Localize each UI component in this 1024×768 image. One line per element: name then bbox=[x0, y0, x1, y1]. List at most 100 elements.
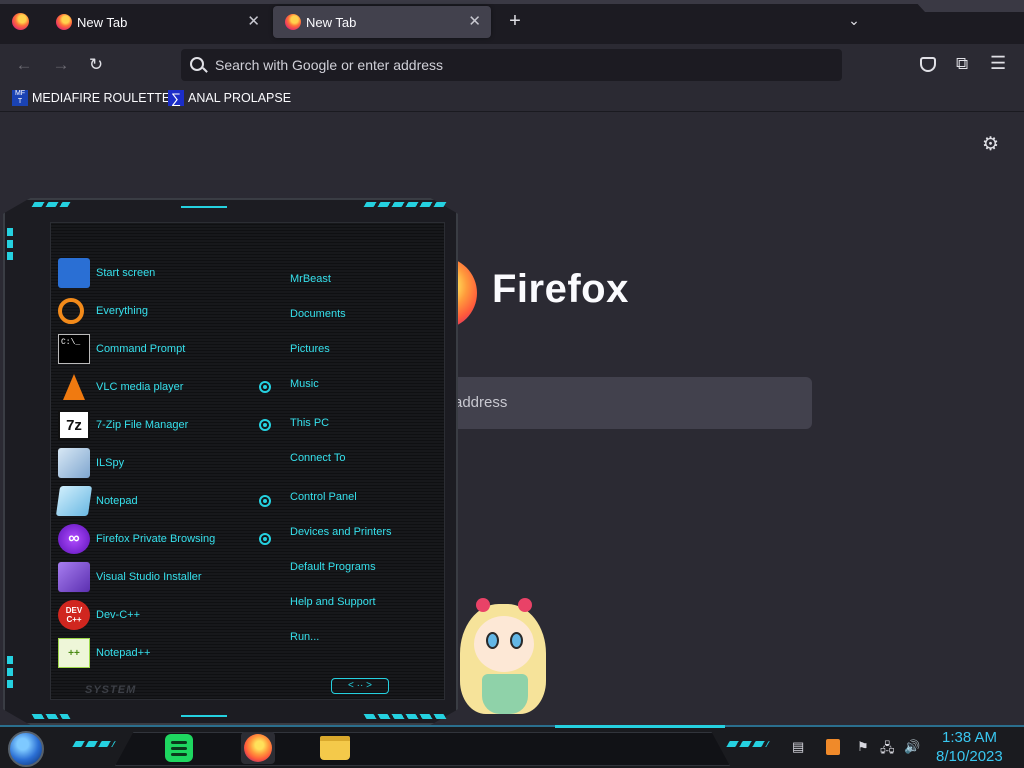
tab-strip: New Tab ✕ New Tab ✕ + ⌄ bbox=[0, 0, 1024, 44]
taskbar-notes-app[interactable] bbox=[162, 732, 196, 764]
program-list: Start screen Everything C:\_ Command Pro… bbox=[55, 254, 248, 672]
place-pictures[interactable]: Pictures bbox=[290, 343, 392, 378]
new-tab-button[interactable]: + bbox=[503, 10, 527, 34]
program-start-screen[interactable]: Start screen bbox=[58, 254, 248, 292]
frame-deco-line bbox=[181, 206, 227, 208]
taskbar-firefox[interactable] bbox=[241, 732, 275, 764]
program-label: Visual Studio Installer bbox=[96, 571, 202, 583]
program-vlc[interactable]: VLC media player bbox=[58, 368, 248, 406]
tab-label: New Tab bbox=[77, 15, 128, 30]
place-connect-to[interactable]: Connect To bbox=[290, 452, 392, 491]
taskbar-app-area bbox=[115, 732, 730, 766]
back-button[interactable]: ← bbox=[13, 54, 35, 76]
program-ilspy[interactable]: ILSpy bbox=[58, 444, 248, 482]
frame-deco-line bbox=[181, 715, 227, 717]
bookmark-mediafire-rouletter[interactable]: MF T MEDIAFIRE ROULETTER bbox=[12, 90, 179, 106]
network-icon[interactable]: 🖧 bbox=[880, 739, 895, 761]
frame-deco bbox=[7, 228, 13, 264]
tab-new-tab-1[interactable]: New Tab ✕ bbox=[44, 6, 270, 38]
program-label: VLC media player bbox=[96, 381, 184, 393]
program-notepadpp[interactable]: ++ Notepad++ bbox=[58, 634, 248, 672]
page-arrows[interactable]: < ·· > bbox=[331, 678, 389, 694]
character-face bbox=[474, 616, 534, 672]
bookmark-label: ANAL PROLAPSE bbox=[188, 91, 292, 105]
private-browsing-icon: ∞ bbox=[58, 524, 90, 554]
tab-strip-top-line bbox=[0, 0, 1024, 4]
submenu-indicator-icon bbox=[259, 533, 271, 545]
mediafire-favicon-icon: MF T bbox=[12, 90, 28, 106]
settings-gear-icon[interactable]: ⚙ bbox=[982, 133, 999, 156]
taskbar-deco bbox=[726, 741, 770, 747]
pocket-icon[interactable] bbox=[920, 57, 936, 72]
program-notepad[interactable]: Notepad bbox=[55, 482, 248, 520]
close-tab-icon[interactable]: ✕ bbox=[468, 12, 481, 30]
clock-time[interactable]: 1:38 AM bbox=[942, 729, 997, 746]
program-devcpp[interactable]: DEV C++ Dev-C++ bbox=[58, 596, 248, 634]
program-label: ILSpy bbox=[96, 457, 125, 469]
navigation-toolbar: ← → ↻ Search with Google or enter addres… bbox=[0, 44, 1024, 86]
place-default-programs[interactable]: Default Programs bbox=[290, 561, 392, 596]
program-command-prompt[interactable]: C:\_ Command Prompt bbox=[58, 330, 248, 368]
ilspy-icon bbox=[58, 448, 90, 478]
speaker-icon[interactable]: 🔊 bbox=[904, 739, 920, 755]
program-label: 7-Zip File Manager bbox=[96, 419, 189, 431]
program-label: Notepad bbox=[96, 495, 138, 507]
firefox-tab-icon bbox=[56, 14, 72, 30]
place-this-pc[interactable]: This PC bbox=[290, 417, 392, 452]
program-7zip[interactable]: 7z 7-Zip File Manager bbox=[58, 406, 248, 444]
magnifier-icon bbox=[58, 298, 84, 324]
place-help-and-support[interactable]: Help and Support bbox=[290, 596, 392, 631]
character-horn bbox=[518, 598, 532, 612]
newtab-search-placeholder: address bbox=[454, 394, 508, 411]
taskbar-deco bbox=[72, 741, 116, 747]
frame-deco bbox=[31, 202, 71, 207]
program-everything[interactable]: Everything bbox=[58, 292, 248, 330]
program-visual-studio-installer[interactable]: Visual Studio Installer bbox=[58, 558, 248, 596]
visual-studio-icon bbox=[58, 562, 90, 592]
7zip-icon: 7z bbox=[58, 410, 90, 440]
search-icon bbox=[190, 57, 204, 71]
character-eye bbox=[486, 632, 499, 649]
forward-button[interactable]: → bbox=[50, 54, 72, 76]
close-tab-icon[interactable]: ✕ bbox=[247, 12, 260, 30]
system-label: SYSTEM bbox=[85, 684, 137, 696]
place-documents[interactable]: Documents bbox=[290, 308, 392, 343]
bookmark-second[interactable]: ∑ ANAL PROLAPSE bbox=[168, 90, 291, 106]
program-label: Firefox Private Browsing bbox=[96, 533, 216, 545]
extensions-puzzle-icon[interactable]: ⧉ bbox=[956, 54, 968, 74]
address-bar[interactable]: Search with Google or enter address bbox=[181, 49, 842, 81]
place-mrbeast[interactable]: MrBeast bbox=[290, 273, 392, 308]
taskbar-file-explorer[interactable] bbox=[318, 732, 352, 764]
start-orb-button[interactable] bbox=[8, 731, 44, 767]
places-list: MrBeast Documents Pictures Music This PC… bbox=[290, 273, 392, 666]
tab-label: New Tab bbox=[306, 15, 357, 30]
tab-new-tab-2[interactable]: New Tab ✕ bbox=[273, 6, 491, 38]
sigma-favicon-icon: ∑ bbox=[168, 90, 184, 106]
hamburger-menu-icon[interactable]: ☰ bbox=[990, 53, 1006, 74]
place-run[interactable]: Run... bbox=[290, 631, 392, 666]
taskbar-glow-line bbox=[555, 725, 725, 728]
firefox-wordmark: Firefox bbox=[492, 267, 629, 311]
frame-deco bbox=[363, 202, 447, 207]
list-all-tabs-icon[interactable]: ⌄ bbox=[842, 12, 866, 32]
sublime-text-icon[interactable] bbox=[826, 739, 840, 755]
devcpp-icon: DEV C++ bbox=[58, 600, 90, 630]
character-eye bbox=[510, 632, 523, 649]
submenu-indicator-icon bbox=[259, 495, 271, 507]
reload-button[interactable]: ↻ bbox=[85, 54, 107, 76]
program-firefox-private[interactable]: ∞ Firefox Private Browsing bbox=[58, 520, 248, 558]
program-label: Start screen bbox=[96, 267, 156, 279]
show-hidden-icons[interactable]: ▤ bbox=[792, 739, 804, 755]
notepadpp-icon: ++ bbox=[58, 638, 90, 668]
start-screen-icon bbox=[58, 258, 90, 288]
program-label: Dev-C++ bbox=[96, 609, 141, 621]
place-music[interactable]: Music bbox=[290, 378, 392, 417]
notes-app-icon bbox=[165, 734, 193, 762]
place-devices-and-printers[interactable]: Devices and Printers bbox=[290, 526, 392, 561]
clock-date[interactable]: 8/10/2023 bbox=[936, 748, 1003, 765]
firefox-view-icon[interactable] bbox=[12, 13, 29, 30]
place-control-panel[interactable]: Control Panel bbox=[290, 491, 392, 526]
firefox-icon bbox=[244, 734, 272, 762]
flag-icon[interactable]: ⚑ bbox=[857, 739, 869, 755]
firefox-tab-icon bbox=[285, 14, 301, 30]
